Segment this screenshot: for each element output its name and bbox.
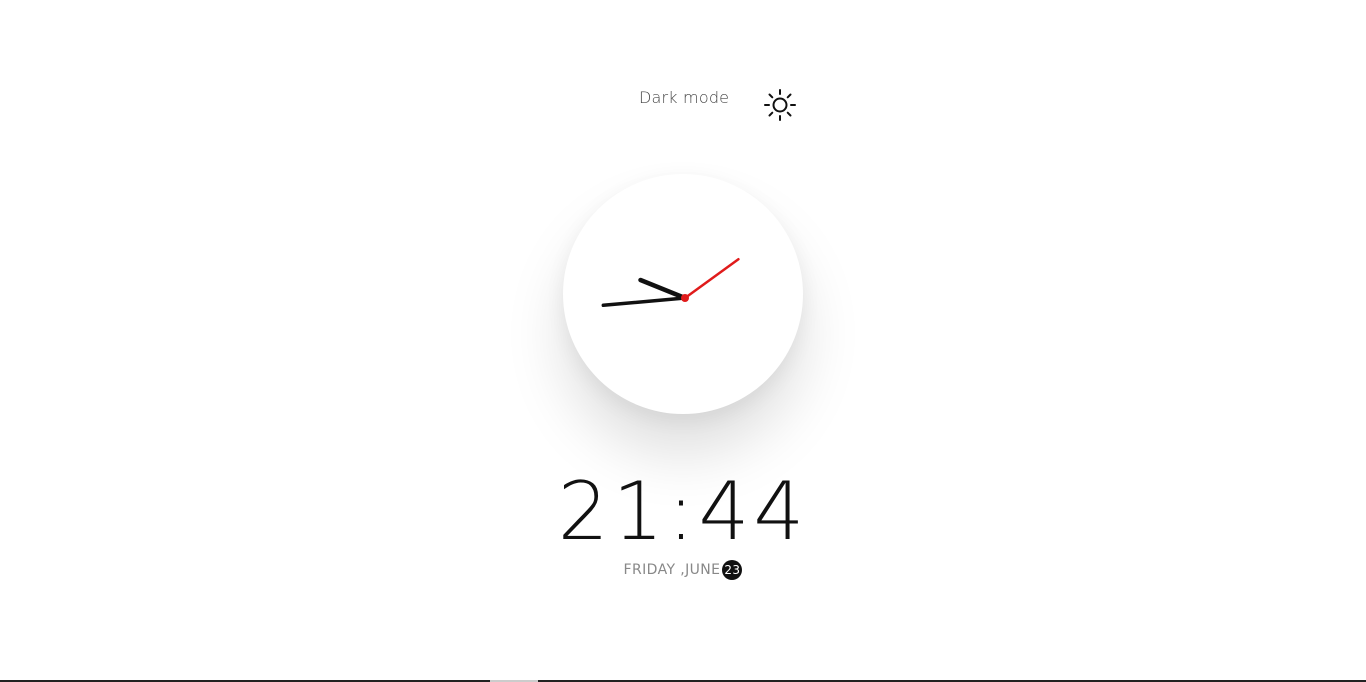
clock-page: Dark mode 21:44 FRIDAY ,JUNE 23 (0, 0, 1366, 682)
hour-hand (638, 277, 688, 301)
clock-hands (601, 257, 740, 308)
dark-mode-label: Dark mode (639, 88, 730, 107)
theme-toggle-button[interactable] (762, 88, 798, 124)
sun-icon (764, 89, 796, 121)
day-badge: 23 (722, 560, 743, 580)
second-hand (683, 257, 740, 300)
theme-toggle-row: Dark mode (639, 86, 729, 110)
clock-center-dot (681, 294, 689, 302)
analog-clock (563, 174, 803, 414)
digital-time: 21:44 (557, 465, 809, 558)
date-display: FRIDAY ,JUNE 23 (0, 560, 1366, 580)
date-weekday-month: FRIDAY ,JUNE (623, 562, 721, 578)
minute-hand (601, 296, 687, 308)
